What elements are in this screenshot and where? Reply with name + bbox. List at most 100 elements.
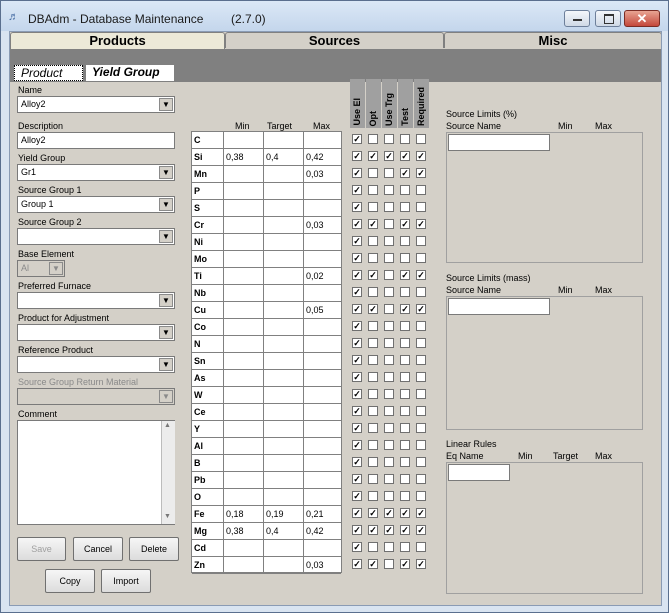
checkbox[interactable] xyxy=(416,355,426,365)
checkbox[interactable]: ✓ xyxy=(400,304,410,314)
tab-sources[interactable]: Sources xyxy=(225,32,444,48)
checkbox[interactable]: ✓ xyxy=(400,508,410,518)
checkbox[interactable] xyxy=(400,253,410,263)
checkbox[interactable] xyxy=(416,253,426,263)
element-max-cell[interactable] xyxy=(304,455,341,471)
element-max-cell[interactable] xyxy=(304,251,341,267)
element-min-cell[interactable]: 0,38 xyxy=(224,523,264,539)
checkbox[interactable] xyxy=(368,491,378,501)
checkbox[interactable] xyxy=(368,406,378,416)
checkbox[interactable]: ✓ xyxy=(352,253,362,263)
checkbox[interactable]: ✓ xyxy=(352,508,362,518)
checkbox[interactable] xyxy=(400,389,410,399)
element-min-cell[interactable] xyxy=(224,370,264,386)
checkbox[interactable] xyxy=(368,185,378,195)
element-target-cell[interactable] xyxy=(264,421,304,437)
checkbox[interactable]: ✓ xyxy=(416,219,426,229)
checkbox[interactable] xyxy=(384,389,394,399)
element-max-cell[interactable] xyxy=(304,438,341,454)
checkbox[interactable] xyxy=(384,168,394,178)
checkbox[interactable] xyxy=(400,423,410,433)
checkbox[interactable]: ✓ xyxy=(368,559,378,569)
checkbox[interactable] xyxy=(416,202,426,212)
element-target-cell[interactable] xyxy=(264,234,304,250)
element-max-cell[interactable]: 0,42 xyxy=(304,149,341,165)
element-target-cell[interactable] xyxy=(264,370,304,386)
checkbox[interactable]: ✓ xyxy=(384,151,394,161)
checkbox[interactable] xyxy=(384,253,394,263)
checkbox[interactable] xyxy=(400,134,410,144)
element-max-cell[interactable] xyxy=(304,200,341,216)
checkbox[interactable] xyxy=(384,338,394,348)
checkbox[interactable] xyxy=(400,440,410,450)
linear-rules-input[interactable] xyxy=(448,464,510,481)
tab-products[interactable]: Products xyxy=(10,32,225,49)
element-target-cell[interactable] xyxy=(264,268,304,284)
checkbox[interactable] xyxy=(416,474,426,484)
element-min-cell[interactable] xyxy=(224,166,264,182)
checkbox[interactable] xyxy=(416,134,426,144)
checkbox[interactable]: ✓ xyxy=(352,423,362,433)
subtab-yield-group[interactable]: Yield Group xyxy=(86,65,174,81)
checkbox[interactable] xyxy=(368,474,378,484)
checkbox[interactable] xyxy=(400,457,410,467)
element-target-cell[interactable] xyxy=(264,251,304,267)
checkbox[interactable] xyxy=(384,440,394,450)
import-button[interactable]: Import xyxy=(101,569,151,593)
checkbox[interactable]: ✓ xyxy=(416,151,426,161)
checkbox[interactable]: ✓ xyxy=(352,474,362,484)
checkbox[interactable] xyxy=(400,236,410,246)
checkbox[interactable] xyxy=(400,321,410,331)
checkbox[interactable] xyxy=(384,185,394,195)
checkbox[interactable] xyxy=(384,321,394,331)
element-max-cell[interactable]: 0,03 xyxy=(304,557,341,573)
element-max-cell[interactable] xyxy=(304,234,341,250)
element-max-cell[interactable]: 0,42 xyxy=(304,523,341,539)
checkbox[interactable] xyxy=(384,542,394,552)
element-min-cell[interactable] xyxy=(224,132,264,148)
checkbox[interactable] xyxy=(400,406,410,416)
element-target-cell[interactable] xyxy=(264,489,304,505)
checkbox[interactable]: ✓ xyxy=(352,542,362,552)
checkbox[interactable] xyxy=(384,202,394,212)
checkbox[interactable]: ✓ xyxy=(416,525,426,535)
checkbox[interactable] xyxy=(416,406,426,416)
checkbox[interactable]: ✓ xyxy=(368,304,378,314)
checkbox[interactable] xyxy=(384,134,394,144)
checkbox[interactable]: ✓ xyxy=(400,559,410,569)
element-min-cell[interactable] xyxy=(224,217,264,233)
checkbox[interactable] xyxy=(416,491,426,501)
source-group2-combo[interactable]: ▼ xyxy=(17,228,175,245)
chevron-down-icon[interactable]: ▼ xyxy=(159,198,173,211)
chevron-down-icon[interactable]: ▼ xyxy=(159,294,173,307)
element-min-cell[interactable] xyxy=(224,319,264,335)
element-min-cell[interactable] xyxy=(224,455,264,471)
delete-button[interactable]: Delete xyxy=(129,537,179,561)
checkbox[interactable]: ✓ xyxy=(400,219,410,229)
checkbox[interactable] xyxy=(384,304,394,314)
checkbox[interactable]: ✓ xyxy=(400,151,410,161)
checkbox[interactable]: ✓ xyxy=(352,338,362,348)
element-min-cell[interactable] xyxy=(224,421,264,437)
source-group1-combo[interactable]: Group 1 ▼ xyxy=(17,196,175,213)
checkbox[interactable] xyxy=(368,542,378,552)
checkbox[interactable]: ✓ xyxy=(368,270,378,280)
checkbox[interactable] xyxy=(384,423,394,433)
checkbox[interactable] xyxy=(400,338,410,348)
element-target-cell[interactable] xyxy=(264,200,304,216)
copy-button[interactable]: Copy xyxy=(45,569,95,593)
scroll-down-icon[interactable]: ▼ xyxy=(164,513,171,520)
yield-group-combo[interactable]: Gr1 ▼ xyxy=(17,164,175,181)
comment-area[interactable] xyxy=(17,420,175,525)
checkbox[interactable]: ✓ xyxy=(352,134,362,144)
element-max-cell[interactable]: 0,05 xyxy=(304,302,341,318)
checkbox[interactable]: ✓ xyxy=(400,168,410,178)
element-min-cell[interactable]: 0,38 xyxy=(224,149,264,165)
source-limits-pct-input[interactable] xyxy=(448,134,550,151)
element-target-cell[interactable]: 0,4 xyxy=(264,149,304,165)
element-min-cell[interactable] xyxy=(224,387,264,403)
preferred-furnace-combo[interactable]: ▼ xyxy=(17,292,175,309)
checkbox[interactable]: ✓ xyxy=(416,168,426,178)
element-min-cell[interactable] xyxy=(224,557,264,573)
element-target-cell[interactable] xyxy=(264,183,304,199)
